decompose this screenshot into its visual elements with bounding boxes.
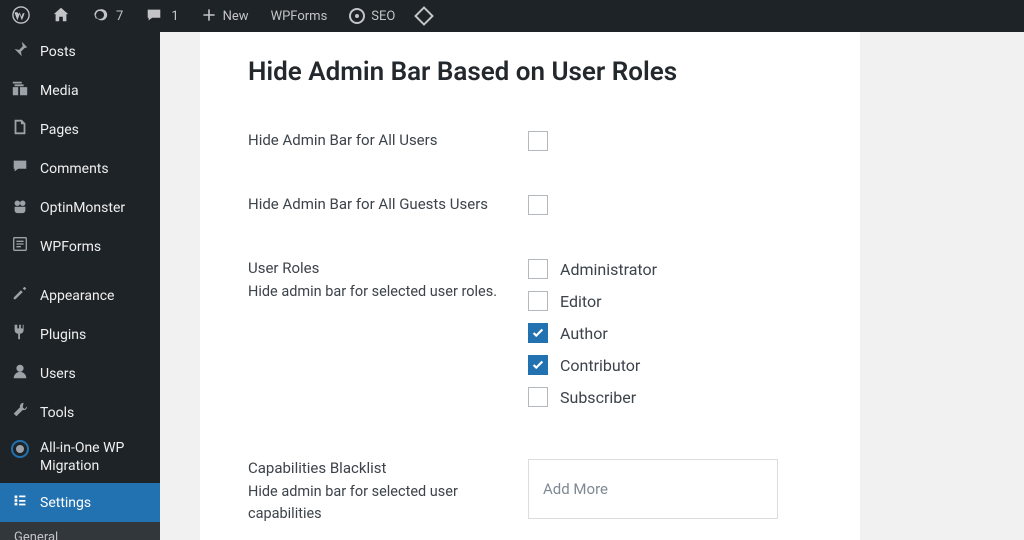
capabilities-input[interactable]: Add More — [528, 459, 778, 519]
form-table: Hide Admin Bar for All Users Hide Admin … — [248, 121, 812, 535]
admin-wrap: Posts Media Pages Comments OptinMonster — [0, 32, 1024, 540]
sidebar-label-appearance: Appearance — [40, 288, 114, 304]
media-icon — [10, 79, 30, 102]
sidebar-item-comments[interactable]: Comments — [0, 149, 160, 188]
admin-sidebar: Posts Media Pages Comments OptinMonster — [0, 32, 160, 540]
caps-desc: Hide admin bar for selected user capabil… — [248, 481, 508, 525]
appearance-icon — [10, 284, 30, 307]
sidebar-item-appearance[interactable]: Appearance — [0, 276, 160, 315]
sidebar-item-users[interactable]: Users — [0, 354, 160, 393]
label-capabilities: Capabilities Blacklist Hide admin bar fo… — [248, 449, 528, 535]
role-row: Subscriber — [528, 387, 812, 407]
roles-cell: Administrator Editor Author Contributor Subs… — [528, 249, 812, 449]
home-icon — [52, 6, 70, 27]
sidebar-item-media[interactable]: Media — [0, 71, 160, 110]
label-all-users: Hide Admin Bar for All Users — [248, 121, 528, 185]
toolbar-wpforms-label: WPForms — [271, 9, 328, 24]
sidebar-label-pages: Pages — [40, 122, 79, 138]
role-checkbox[interactable] — [528, 355, 548, 375]
sidebar-item-pages[interactable]: Pages — [0, 110, 160, 149]
toolbar-seo[interactable]: SEO — [345, 8, 399, 24]
settings-icon — [10, 491, 30, 514]
sidebar-label-comments: Comments — [40, 161, 109, 177]
checkbox-all-users[interactable] — [528, 131, 548, 151]
role-label: Subscriber — [560, 388, 636, 407]
site-home[interactable] — [48, 6, 74, 27]
role-row: Editor — [528, 291, 812, 311]
sidebar-label-users: Users — [40, 366, 76, 382]
comments-icon — [10, 157, 30, 180]
sidebar-item-tools[interactable]: Tools — [0, 393, 160, 432]
gear-icon — [349, 8, 365, 24]
settings-panel: Hide Admin Bar Based on User Roles Hide … — [200, 32, 860, 540]
role-label: Editor — [560, 292, 601, 311]
sidebar-item-optinmonster[interactable]: OptinMonster — [0, 188, 160, 227]
diamond-icon — [414, 6, 434, 26]
updates-count: 7 — [116, 9, 123, 24]
sidebar-item-posts[interactable]: Posts — [0, 32, 160, 71]
role-row: Contributor — [528, 355, 812, 375]
sidebar-item-plugins[interactable]: Plugins — [0, 315, 160, 354]
page-title: Hide Admin Bar Based on User Roles — [248, 57, 812, 87]
checkbox-all-guests[interactable] — [528, 195, 548, 215]
new-label: New — [223, 9, 249, 24]
caps-title: Capabilities Blacklist — [248, 459, 508, 477]
role-checkbox[interactable] — [528, 291, 548, 311]
wpforms-icon — [10, 235, 30, 258]
pages-icon — [10, 118, 30, 141]
wordpress-logo-icon — [12, 6, 30, 27]
role-label: Contributor — [560, 356, 640, 375]
sidebar-label-settings: Settings — [40, 495, 91, 511]
role-checkbox[interactable] — [528, 387, 548, 407]
toolbar-wpforms[interactable]: WPForms — [267, 9, 332, 24]
comments-count: 1 — [171, 9, 178, 24]
user-roles-desc: Hide admin bar for selected user roles. — [248, 281, 508, 303]
sidebar-label-posts: Posts — [40, 44, 76, 60]
plugins-icon — [10, 323, 30, 346]
plus-icon — [201, 7, 217, 26]
comment-icon — [145, 6, 163, 27]
sidebar-separator — [0, 266, 160, 276]
role-label: Author — [560, 324, 608, 343]
toolbar-seo-label: SEO — [371, 9, 395, 24]
toolbar-monsterinsights[interactable] — [413, 9, 435, 23]
pushpin-icon — [10, 40, 30, 63]
new-content[interactable]: New — [197, 7, 253, 26]
sidebar-label-aiowpm: All-in-One WP Migration — [40, 440, 150, 475]
user-roles-title: User Roles — [248, 259, 508, 277]
sidebar-label-media: Media — [40, 83, 79, 99]
capabilities-placeholder: Add More — [543, 480, 608, 498]
sidebar-label-wpforms: WPForms — [40, 239, 101, 255]
admin-toolbar: 7 1 New WPForms SEO — [0, 0, 1024, 32]
role-checkbox[interactable] — [528, 323, 548, 343]
update-icon — [92, 7, 108, 26]
users-icon — [10, 362, 30, 385]
sidebar-item-aiowpm[interactable]: All-in-One WP Migration — [0, 432, 160, 483]
label-all-guests: Hide Admin Bar for All Guests Users — [248, 185, 528, 249]
sidebar-item-settings[interactable]: Settings — [0, 483, 160, 522]
sidebar-subitem-general[interactable]: General — [0, 522, 160, 540]
comments[interactable]: 1 — [141, 6, 182, 27]
sidebar-label-tools: Tools — [40, 405, 74, 421]
role-label: Administrator — [560, 260, 657, 279]
label-user-roles: User Roles Hide admin bar for selected u… — [248, 249, 528, 449]
updates[interactable]: 7 — [88, 7, 127, 26]
sidebar-label-plugins: Plugins — [40, 327, 86, 343]
wp-logo[interactable] — [8, 6, 34, 27]
role-checkbox[interactable] — [528, 259, 548, 279]
sidebar-item-wpforms[interactable]: WPForms — [0, 227, 160, 266]
aiowpm-icon — [10, 440, 30, 463]
role-row: Author — [528, 323, 812, 343]
optinmonster-icon — [10, 196, 30, 219]
tools-icon — [10, 401, 30, 424]
role-row: Administrator — [528, 259, 812, 279]
content-area: Hide Admin Bar Based on User Roles Hide … — [160, 32, 1024, 540]
sidebar-label-optinmonster: OptinMonster — [40, 200, 125, 216]
